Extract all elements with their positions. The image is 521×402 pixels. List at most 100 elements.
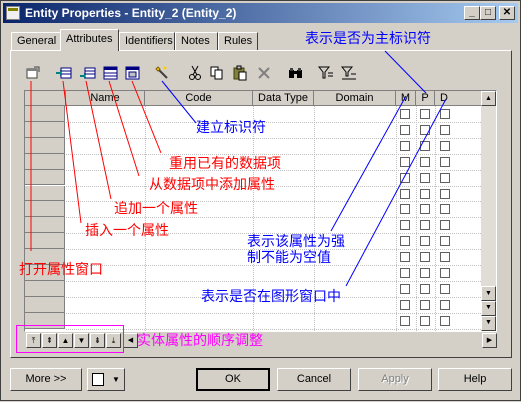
- print-options-button[interactable]: ▼: [87, 368, 125, 391]
- scroll-down-icon[interactable]: ▼: [481, 286, 496, 301]
- primary-checkbox[interactable]: [420, 315, 430, 326]
- scroll-right-icon[interactable]: ▶: [482, 333, 497, 348]
- tab-rules[interactable]: Rules: [218, 32, 258, 50]
- row-selector[interactable]: [25, 121, 65, 138]
- displayed-checkbox[interactable]: [440, 252, 450, 263]
- displayed-checkbox[interactable]: [440, 140, 450, 151]
- properties-icon[interactable]: [25, 65, 42, 81]
- primary-checkbox[interactable]: [420, 252, 430, 263]
- mandatory-checkbox[interactable]: [400, 156, 410, 167]
- annotation-insert-attribute: 插入一个属性: [85, 223, 169, 239]
- displayed-checkbox[interactable]: [440, 204, 450, 215]
- add-row-icon[interactable]: [80, 65, 97, 81]
- close-button[interactable]: ✕: [499, 6, 515, 20]
- mandatory-checkbox[interactable]: [400, 204, 410, 215]
- mandatory-checkbox[interactable]: [400, 268, 410, 278]
- paste-icon[interactable]: [232, 65, 249, 81]
- mandatory-checkbox[interactable]: [400, 140, 410, 151]
- displayed-checkbox[interactable]: [440, 109, 450, 119]
- find-icon[interactable]: [288, 65, 305, 81]
- mandatory-checkbox[interactable]: [400, 252, 410, 263]
- primary-checkbox[interactable]: [420, 220, 430, 231]
- mandatory-checkbox[interactable]: [400, 109, 410, 119]
- row-selector[interactable]: [25, 153, 65, 170]
- header-name[interactable]: Name: [66, 91, 145, 106]
- primary-checkbox[interactable]: [420, 188, 430, 199]
- primary-checkbox[interactable]: [420, 124, 430, 135]
- header-data-type[interactable]: Data Type: [253, 91, 314, 106]
- header-domain[interactable]: Domain: [314, 91, 396, 106]
- header-code[interactable]: Code: [145, 91, 253, 106]
- displayed-checkbox[interactable]: [440, 156, 450, 167]
- ok-button[interactable]: OK: [196, 368, 270, 391]
- annotation-reuse-dataitem: 重用已有的数据项: [169, 156, 281, 172]
- reuse-dataitem-icon[interactable]: [125, 65, 142, 81]
- primary-checkbox[interactable]: [420, 268, 430, 278]
- displayed-checkbox[interactable]: [440, 268, 450, 278]
- primary-checkbox[interactable]: [420, 299, 430, 310]
- mandatory-checkbox[interactable]: [400, 315, 410, 326]
- row-selector[interactable]: [25, 185, 65, 202]
- add-from-dataitem-icon[interactable]: [103, 65, 120, 81]
- window-title: Entity Properties - Entity_2 (Entity_2): [25, 6, 237, 20]
- row-selector[interactable]: [25, 169, 65, 186]
- row-selector[interactable]: [25, 137, 65, 154]
- tab-identifiers[interactable]: Identifiers: [119, 32, 175, 50]
- maximize-button[interactable]: □: [480, 6, 496, 20]
- displayed-checkbox[interactable]: [440, 220, 450, 231]
- filter-icon[interactable]: [318, 65, 335, 81]
- title-bar[interactable]: Entity Properties - Entity_2 (Entity_2) …: [3, 3, 518, 23]
- grid-column-line: [396, 106, 397, 331]
- clear-filter-icon[interactable]: [341, 65, 358, 81]
- tab-general[interactable]: General: [11, 32, 61, 50]
- delete-icon[interactable]: [256, 65, 273, 81]
- scroll-left-icon[interactable]: ◀: [123, 333, 138, 348]
- primary-checkbox[interactable]: [420, 156, 430, 167]
- displayed-checkbox[interactable]: [440, 283, 450, 294]
- displayed-checkbox[interactable]: [440, 236, 450, 247]
- vertical-scrollbar[interactable]: ▲ ▼ ▼ ▼: [481, 91, 496, 331]
- scroll-up-icon[interactable]: ▲: [481, 91, 496, 106]
- minimize-button[interactable]: _: [464, 6, 480, 20]
- row-selector[interactable]: [25, 296, 65, 313]
- displayed-checkbox[interactable]: [440, 188, 450, 199]
- mandatory-checkbox[interactable]: [400, 220, 410, 231]
- apply-button[interactable]: Apply: [358, 368, 432, 391]
- cancel-button[interactable]: Cancel: [277, 368, 351, 391]
- mandatory-checkbox[interactable]: [400, 283, 410, 294]
- header-displayed[interactable]: D: [435, 91, 483, 106]
- displayed-checkbox[interactable]: [440, 124, 450, 135]
- header-primary[interactable]: P: [416, 91, 435, 106]
- insert-row-icon[interactable]: [56, 65, 73, 81]
- create-identifier-icon[interactable]: [154, 65, 171, 81]
- displayed-checkbox[interactable]: [440, 299, 450, 310]
- mandatory-checkbox[interactable]: [400, 172, 410, 183]
- row-selector[interactable]: [25, 233, 65, 250]
- displayed-checkbox[interactable]: [440, 315, 450, 326]
- row-selector[interactable]: [25, 217, 65, 234]
- tab-notes[interactable]: Notes: [175, 32, 218, 50]
- row-selector[interactable]: [25, 280, 65, 297]
- annotation-create-identifier: 建立标识符: [196, 120, 266, 136]
- mandatory-checkbox[interactable]: [400, 236, 410, 247]
- copy-icon[interactable]: [209, 65, 226, 81]
- displayed-checkbox[interactable]: [440, 172, 450, 183]
- scroll-page-down-icon[interactable]: ▼: [481, 301, 496, 316]
- primary-checkbox[interactable]: [420, 283, 430, 294]
- row-selector[interactable]: [25, 106, 65, 122]
- tab-attributes[interactable]: Attributes: [60, 29, 119, 51]
- more-button[interactable]: More >>: [10, 368, 82, 391]
- primary-checkbox[interactable]: [420, 172, 430, 183]
- mandatory-checkbox[interactable]: [400, 188, 410, 199]
- mandatory-checkbox[interactable]: [400, 299, 410, 310]
- primary-checkbox[interactable]: [420, 140, 430, 151]
- cut-icon[interactable]: [187, 65, 204, 81]
- primary-checkbox[interactable]: [420, 236, 430, 247]
- primary-checkbox[interactable]: [420, 204, 430, 215]
- help-button[interactable]: Help: [438, 368, 512, 391]
- row-selector[interactable]: [25, 201, 65, 218]
- primary-checkbox[interactable]: [420, 109, 430, 119]
- header-mandatory[interactable]: M: [396, 91, 416, 106]
- mandatory-checkbox[interactable]: [400, 124, 410, 135]
- scroll-bottom-icon[interactable]: ▼: [481, 316, 496, 331]
